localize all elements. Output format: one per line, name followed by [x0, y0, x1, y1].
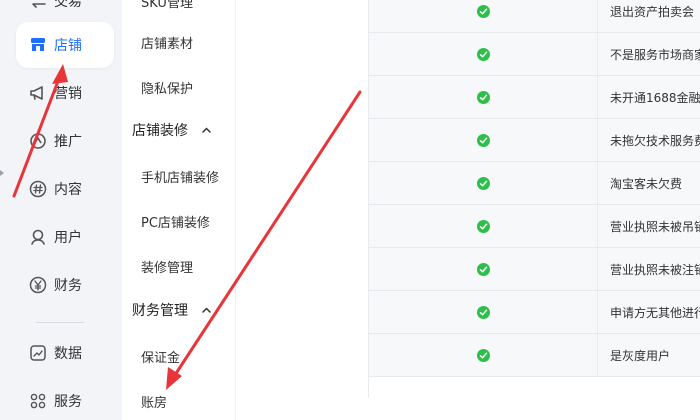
- sidebar-item-label: 推广: [54, 134, 82, 150]
- check-circle-icon: [476, 219, 490, 233]
- grid-icon: [28, 391, 48, 411]
- sidebar-item-users[interactable]: 用户: [16, 214, 114, 260]
- store-submenu: SKU管理 店铺素材 隐私保护 店铺装修 手机店铺装修 PC店铺装修 装修管理 …: [122, 0, 236, 420]
- sidebar-item-data[interactable]: 数据: [16, 330, 114, 376]
- sidebar-item-label: 内容: [54, 182, 82, 198]
- submenu-item-store-assets[interactable]: 店铺素材: [141, 33, 193, 52]
- content-gap: [236, 0, 368, 420]
- table-row: 营业执照未被注销: [369, 248, 700, 291]
- table-row: 是灰度用户: [369, 334, 700, 377]
- condition-cell: 淘宝客未欠费: [597, 162, 700, 204]
- check-circle-icon: [476, 176, 490, 190]
- collapse-caret-icon[interactable]: [0, 168, 5, 178]
- submenu-item-pc-decoration[interactable]: PC店铺装修: [141, 212, 210, 231]
- status-cell: [369, 162, 597, 204]
- sidebar-item-service[interactable]: 服务: [16, 378, 114, 420]
- submenu-item-deposit[interactable]: 保证金: [141, 347, 180, 366]
- status-cell: [369, 119, 597, 161]
- submenu-item-mobile-decoration[interactable]: 手机店铺装修: [141, 167, 219, 186]
- store-icon: [28, 35, 48, 55]
- page: 交易 店铺 营销 推广 内容 用户 财务 数据 服务 SKU管理 店铺素材 隐私…: [0, 0, 700, 420]
- condition-cell: 未开通1688金融服务: [597, 76, 700, 118]
- section-title: 财务管理: [132, 303, 188, 319]
- table-row: 申请方无其他进行中: [369, 291, 700, 334]
- sidebar-item-label: 交易: [54, 0, 82, 10]
- sidebar-item-finance[interactable]: 财务: [16, 262, 114, 308]
- sidebar-item-store[interactable]: 店铺: [16, 22, 114, 68]
- primary-sidebar: 交易 店铺 营销 推广 内容 用户 财务 数据 服务: [0, 0, 122, 420]
- submenu-section-finance[interactable]: 财务管理: [132, 300, 211, 320]
- promote-icon: [28, 131, 48, 151]
- submenu-item-decoration-manage[interactable]: 装修管理: [141, 257, 193, 276]
- condition-cell: 不是服务市场商家: [597, 33, 700, 75]
- table-row: 退出资产拍卖会: [369, 0, 700, 33]
- check-circle-icon: [476, 262, 490, 276]
- submenu-item-privacy[interactable]: 隐私保护: [141, 78, 193, 97]
- status-cell: [369, 334, 597, 376]
- sidebar-divider: [36, 322, 84, 323]
- condition-cell: 申请方无其他进行中: [597, 291, 700, 333]
- table-row: 淘宝客未欠费: [369, 162, 700, 205]
- sidebar-item-label: 用户: [54, 230, 82, 246]
- swap-icon: [28, 0, 48, 11]
- status-cell: [369, 205, 597, 247]
- sidebar-item-marketing[interactable]: 营销: [16, 70, 114, 116]
- check-circle-icon: [476, 348, 490, 362]
- sidebar-item-promote[interactable]: 推广: [16, 118, 114, 164]
- table-row: 未开通1688金融服务: [369, 76, 700, 119]
- check-circle-icon: [476, 90, 490, 104]
- sidebar-item-label: 财务: [54, 278, 82, 294]
- hash-icon: [28, 179, 48, 199]
- check-circle-icon: [476, 4, 490, 18]
- chart-icon: [28, 343, 48, 363]
- sidebar-item-content[interactable]: 内容: [16, 166, 114, 212]
- status-cell: [369, 76, 597, 118]
- status-cell: [369, 248, 597, 290]
- submenu-item-sku[interactable]: SKU管理: [141, 0, 193, 11]
- chevron-up-icon: [202, 127, 211, 133]
- condition-cell: 营业执照未被吊销: [597, 205, 700, 247]
- table-row: 营业执照未被吊销: [369, 205, 700, 248]
- condition-cell: 是灰度用户: [597, 334, 700, 376]
- check-circle-icon: [476, 305, 490, 319]
- submenu-section-decoration[interactable]: 店铺装修: [132, 120, 211, 140]
- eligibility-table: 退出资产拍卖会 不是服务市场商家 未开通1688金融服务 未拖欠技术服务费 淘宝…: [368, 0, 700, 398]
- sidebar-item-label: 服务: [54, 394, 82, 410]
- table-row: 不是服务市场商家: [369, 33, 700, 76]
- condition-cell: 营业执照未被注销: [597, 248, 700, 290]
- user-icon: [28, 227, 48, 247]
- sidebar-item-trade[interactable]: 交易: [16, 0, 114, 24]
- table-row: 未拖欠技术服务费: [369, 119, 700, 162]
- condition-cell: 退出资产拍卖会: [597, 0, 700, 32]
- sidebar-item-label: 数据: [54, 346, 82, 362]
- condition-cell: 未拖欠技术服务费: [597, 119, 700, 161]
- status-cell: [369, 33, 597, 75]
- section-title: 店铺装修: [132, 123, 188, 139]
- status-cell: [369, 0, 597, 32]
- submenu-item-ledger[interactable]: 账房: [141, 392, 167, 411]
- check-circle-icon: [476, 47, 490, 61]
- sidebar-item-label: 店铺: [54, 38, 82, 54]
- yen-icon: [28, 275, 48, 295]
- status-cell: [369, 291, 597, 333]
- sidebar-item-label: 营销: [54, 86, 82, 102]
- megaphone-icon: [28, 83, 48, 103]
- chevron-up-icon: [202, 307, 211, 313]
- check-circle-icon: [476, 133, 490, 147]
